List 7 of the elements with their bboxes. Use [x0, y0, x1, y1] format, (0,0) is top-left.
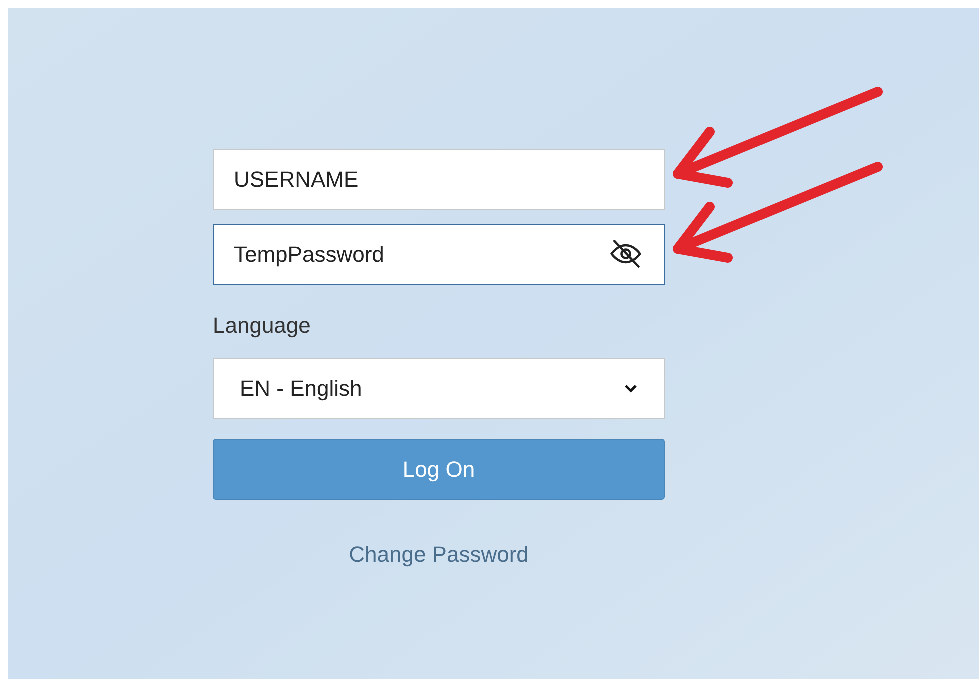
language-dropdown[interactable]: EN - English [213, 358, 665, 419]
password-field[interactable]: TempPassword [213, 224, 665, 285]
username-field[interactable]: USERNAME [213, 149, 665, 210]
chevron-down-icon [624, 384, 638, 394]
change-password-link[interactable]: Change Password [349, 538, 529, 571]
language-label: Language [213, 312, 312, 340]
eye-slash-icon[interactable] [609, 237, 643, 271]
